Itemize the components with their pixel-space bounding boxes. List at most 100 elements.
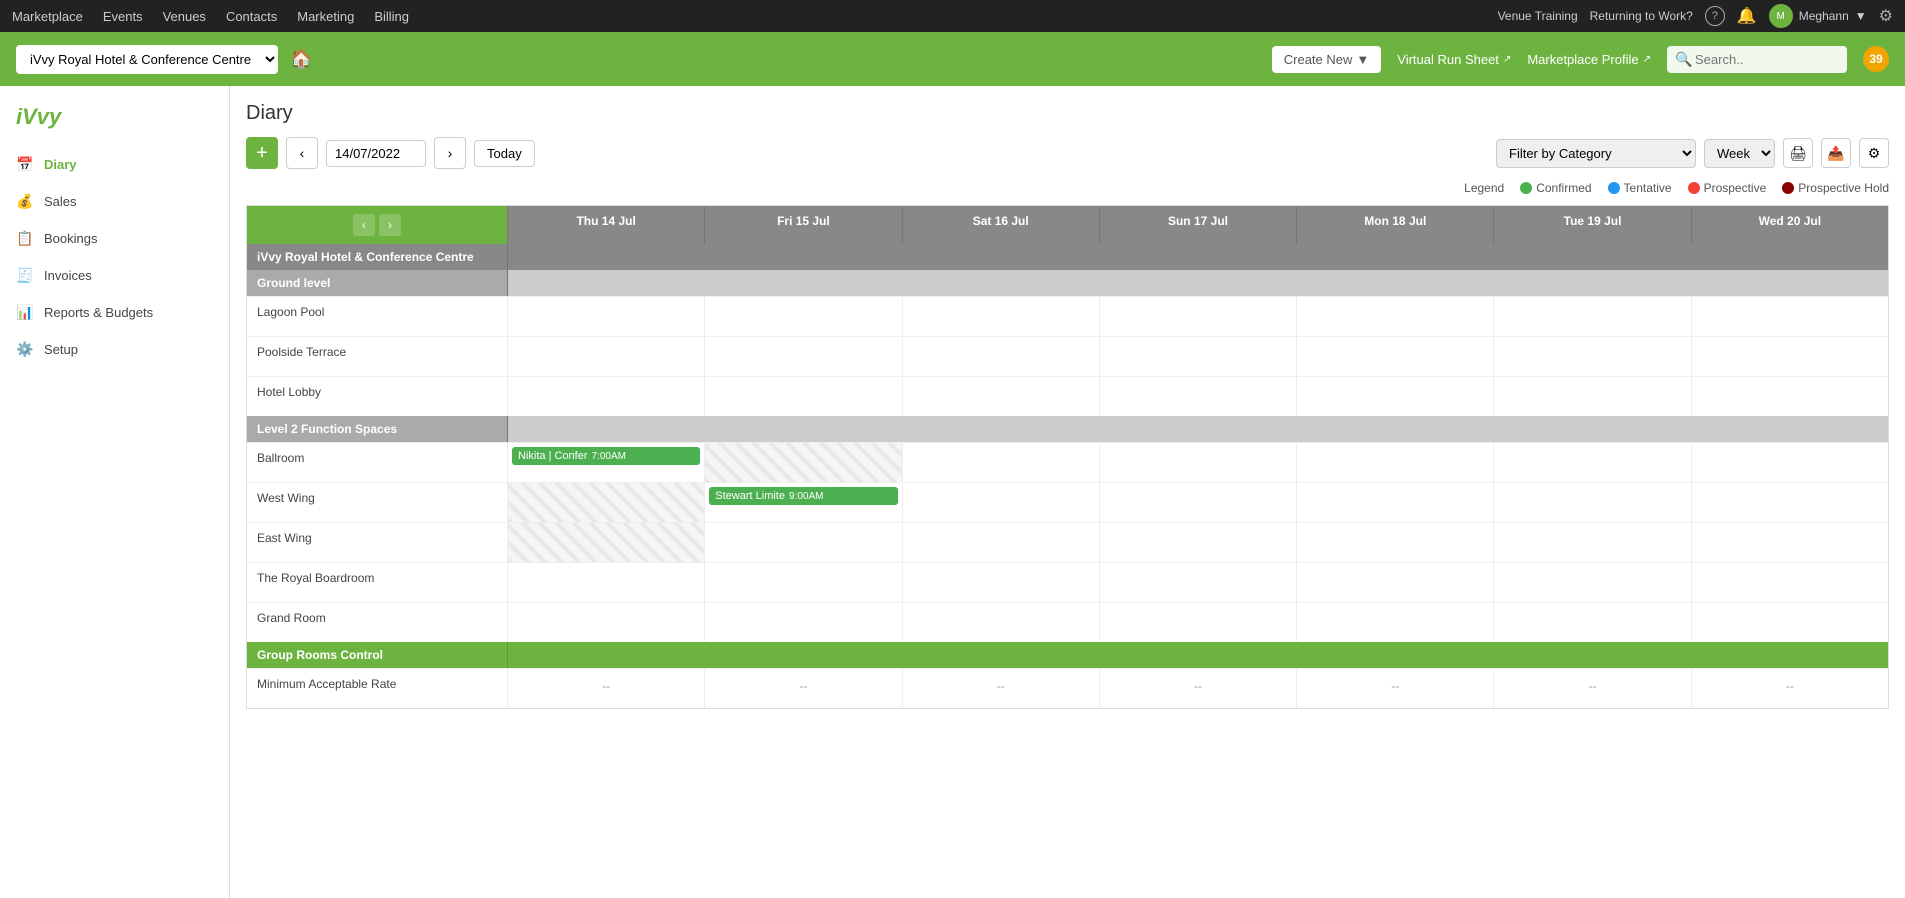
export-button[interactable]: 📤 (1821, 138, 1851, 168)
royal-boardroom-wed (1691, 562, 1888, 602)
hotel-lobby-sat (902, 376, 1099, 416)
home-icon[interactable]: 🏠 (290, 49, 312, 70)
reports-icon: 📊 (16, 304, 34, 321)
venue-selector[interactable]: iVvy Royal Hotel & Conference Centre (16, 45, 278, 74)
user-avatar: M (1769, 4, 1793, 28)
ballroom-tue (1493, 442, 1690, 482)
west-wing-fri[interactable]: Stewart Limite 9:00AM (704, 482, 901, 522)
bell-icon[interactable]: 🔔 (1737, 6, 1757, 26)
diary-icon: 📅 (16, 156, 34, 173)
calendar-nav-header: ‹ › (247, 206, 507, 244)
day-header-fri: Fri 15 Jul (704, 206, 901, 244)
calendar-settings-icon: ⚙ (1868, 145, 1881, 162)
returning-to-work-label: Returning to Work? (1590, 9, 1693, 23)
nav-billing[interactable]: Billing (374, 9, 409, 24)
user-dropdown-icon: ▼ (1855, 9, 1867, 23)
print-button[interactable]: 🖨 (1783, 138, 1813, 168)
royal-boardroom-label: The Royal Boardroom (247, 562, 507, 602)
diary-toolbar: + ‹ › Today Filter by Category Week 🖨 📤 (246, 137, 1889, 169)
next-date-button[interactable]: › (434, 137, 466, 169)
west-wing-label: West Wing (247, 482, 507, 522)
nav-marketplace[interactable]: Marketplace (12, 9, 83, 24)
notification-badge[interactable]: 39 (1863, 46, 1889, 72)
calendar-grid: ‹ › Thu 14 Jul Fri 15 Jul Sat 16 Jul Sun… (247, 206, 1888, 708)
sidebar-item-invoices[interactable]: 🧾 Invoices (0, 257, 229, 294)
lagoon-pool-sat (902, 296, 1099, 336)
west-wing-sun (1099, 482, 1296, 522)
confirmed-label: Confirmed (1536, 181, 1591, 195)
min-rate-thu: -- (507, 668, 704, 708)
sales-icon: 💰 (16, 193, 34, 210)
ballroom-label: Ballroom (247, 442, 507, 482)
min-rate-mon: -- (1296, 668, 1493, 708)
cal-next-button[interactable]: › (379, 214, 401, 236)
event-nikita-time: 7:00AM (592, 451, 626, 462)
poolside-terrace-tue (1493, 336, 1690, 376)
royal-boardroom-tue (1493, 562, 1690, 602)
min-rate-tue: -- (1493, 668, 1690, 708)
view-mode-select[interactable]: Week (1704, 139, 1775, 168)
search-input[interactable] (1667, 46, 1847, 73)
prospective-label: Prospective (1704, 181, 1767, 195)
event-stewart[interactable]: Stewart Limite 9:00AM (709, 487, 897, 505)
sidebar-item-bookings[interactable]: 📋 Bookings (0, 220, 229, 257)
royal-boardroom-mon (1296, 562, 1493, 602)
nav-marketing[interactable]: Marketing (297, 9, 354, 24)
ballroom-thu[interactable]: Nikita | Confer 7:00AM (507, 442, 704, 482)
royal-boardroom-sun (1099, 562, 1296, 602)
east-wing-thu (507, 522, 704, 562)
sidebar-item-diary[interactable]: 📅 Diary (0, 146, 229, 183)
sidebar: iVvy 📅 Diary 💰 Sales 📋 Bookings 🧾 Invoic… (0, 86, 230, 898)
venue-section-header: iVvy Royal Hotel & Conference Centre (247, 244, 507, 270)
day-header-sun: Sun 17 Jul (1099, 206, 1296, 244)
user-name: Meghann (1799, 9, 1849, 23)
help-icon[interactable]: ? (1705, 6, 1725, 26)
nav-venues[interactable]: Venues (163, 9, 206, 24)
east-wing-wed (1691, 522, 1888, 562)
day-header-wed: Wed 20 Jul (1691, 206, 1888, 244)
west-wing-sat (902, 482, 1099, 522)
royal-boardroom-thu (507, 562, 704, 602)
grand-room-sun (1099, 602, 1296, 642)
sidebar-item-reports[interactable]: 📊 Reports & Budgets (0, 294, 229, 331)
virtual-run-sheet-link[interactable]: Virtual Run Sheet ↗ (1397, 52, 1511, 67)
user-menu[interactable]: M Meghann ▼ (1769, 4, 1867, 28)
event-stewart-time: 9:00AM (789, 491, 823, 502)
sidebar-item-sales[interactable]: 💰 Sales (0, 183, 229, 220)
marketplace-profile-link[interactable]: Marketplace Profile ↗ (1527, 52, 1651, 67)
grand-room-wed (1691, 602, 1888, 642)
nav-contacts[interactable]: Contacts (226, 9, 277, 24)
event-nikita[interactable]: Nikita | Confer 7:00AM (512, 447, 700, 465)
event-stewart-label: Stewart Limite (715, 490, 785, 502)
filter-by-category-select[interactable]: Filter by Category (1496, 139, 1696, 168)
prev-date-button[interactable]: ‹ (286, 137, 318, 169)
nav-events[interactable]: Events (103, 9, 143, 24)
legend-label: Legend (1464, 181, 1504, 195)
lagoon-pool-sun (1099, 296, 1296, 336)
east-wing-label: East Wing (247, 522, 507, 562)
poolside-terrace-fri (704, 336, 901, 376)
min-rate-sun: -- (1099, 668, 1296, 708)
sidebar-label-setup: Setup (44, 342, 78, 357)
create-new-button[interactable]: Create New ▼ (1272, 46, 1382, 73)
east-wing-tue (1493, 522, 1690, 562)
top-nav-links: Marketplace Events Venues Contacts Marke… (12, 9, 409, 24)
today-button[interactable]: Today (474, 140, 535, 167)
sidebar-label-sales: Sales (44, 194, 77, 209)
calendar-settings-button[interactable]: ⚙ (1859, 138, 1889, 168)
min-rate-label: Minimum Acceptable Rate (247, 668, 507, 708)
grand-room-fri (704, 602, 901, 642)
lagoon-pool-label: Lagoon Pool (247, 296, 507, 336)
date-input[interactable] (326, 140, 426, 167)
prospective-hold-dot (1782, 182, 1794, 194)
poolside-terrace-label: Poolside Terrace (247, 336, 507, 376)
add-event-button[interactable]: + (246, 137, 278, 169)
venue-bar-actions: Create New ▼ Virtual Run Sheet ↗ Marketp… (1272, 46, 1889, 73)
invoices-icon: 🧾 (16, 267, 34, 284)
sidebar-label-diary: Diary (44, 157, 77, 172)
cal-prev-button[interactable]: ‹ (353, 214, 375, 236)
sidebar-item-setup[interactable]: ⚙️ Setup (0, 331, 229, 368)
settings-icon[interactable]: ⚙ (1879, 6, 1893, 26)
top-nav-right: Venue Training Returning to Work? ? 🔔 M … (1498, 4, 1893, 28)
tentative-dot (1608, 182, 1620, 194)
